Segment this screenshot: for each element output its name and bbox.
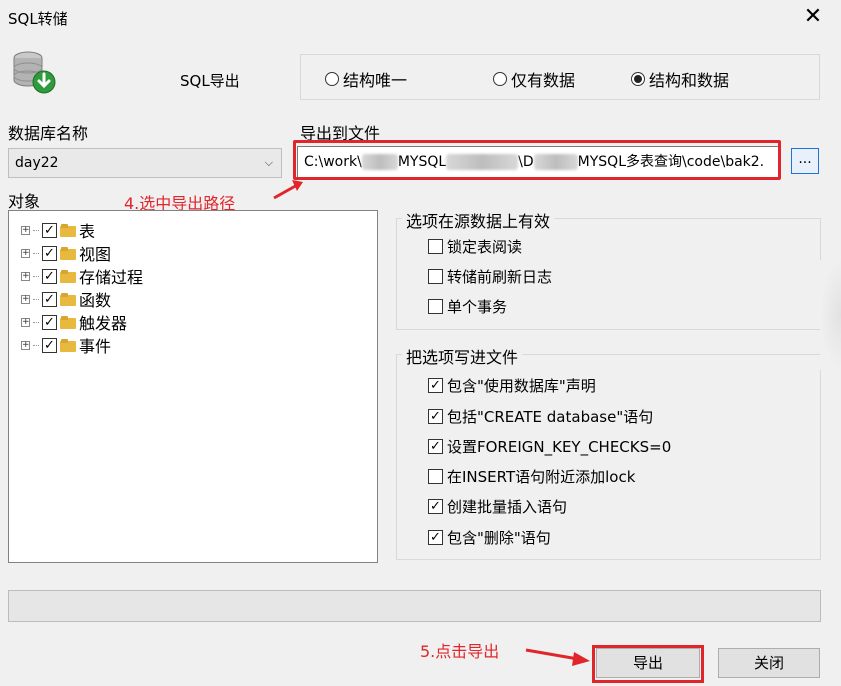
option-label: 单个事务 xyxy=(447,298,508,316)
tree-connector xyxy=(33,252,39,254)
option-foreign-key-checks[interactable]: ✓ 设置FOREIGN_KEY_CHECKS=0 xyxy=(428,436,671,457)
radio-structure-only[interactable]: 结构唯一 xyxy=(325,67,407,91)
window-title: SQL转储 xyxy=(8,10,68,28)
chevron-down-icon: ⌵ xyxy=(264,156,273,169)
database-name-label: 数据库名称 xyxy=(8,124,89,143)
tree-item-functions[interactable]: + ✓ 函数 xyxy=(21,288,111,310)
checkbox-checked-icon[interactable]: ✓ xyxy=(42,222,57,238)
expand-plus-icon[interactable]: + xyxy=(21,294,30,304)
checkbox-checked-icon[interactable]: ✓ xyxy=(42,245,57,261)
annotation-highlight-path xyxy=(293,140,781,180)
radio-structure-and-data[interactable]: 结构和数据 xyxy=(631,67,729,91)
checkbox-unchecked-icon[interactable] xyxy=(428,239,443,254)
export-progress-bar xyxy=(8,590,821,622)
expand-plus-icon[interactable]: + xyxy=(21,271,30,281)
checkbox-checked-icon[interactable]: ✓ xyxy=(42,314,57,330)
folder-icon xyxy=(60,269,76,283)
option-label: 创建批量插入语句 xyxy=(447,498,568,516)
tree-item-label: 函数 xyxy=(79,291,112,310)
annotation-arrow-icon xyxy=(525,648,590,666)
object-tree[interactable]: + ✓ 表 + ✓ 视图 + ✓ 存储过程 + ✓ 函数 + ✓ 触发器 + ✓… xyxy=(8,210,378,563)
expand-plus-icon[interactable]: + xyxy=(21,317,30,327)
tree-item-label: 触发器 xyxy=(79,314,128,333)
checkbox-unchecked-icon[interactable] xyxy=(428,269,443,284)
option-flush-logs[interactable]: 转储前刷新日志 xyxy=(428,266,552,287)
expand-plus-icon[interactable]: + xyxy=(21,340,30,350)
radio-label: 结构和数据 xyxy=(649,71,730,90)
close-button[interactable]: 关闭 xyxy=(718,648,820,678)
checkbox-unchecked-icon[interactable] xyxy=(428,299,443,314)
option-label: 设置FOREIGN_KEY_CHECKS=0 xyxy=(447,438,672,456)
edge-shadow xyxy=(820,260,841,370)
option-single-transaction[interactable]: 单个事务 xyxy=(428,296,507,317)
option-label: 转储前刷新日志 xyxy=(447,268,553,286)
checkbox-checked-icon[interactable]: ✓ xyxy=(42,268,57,284)
tree-item-events[interactable]: + ✓ 事件 xyxy=(21,334,111,356)
tree-item-views[interactable]: + ✓ 视图 xyxy=(21,242,111,264)
tree-connector xyxy=(33,298,39,300)
option-lock-tables[interactable]: 锁定表阅读 xyxy=(428,236,522,257)
tree-connector xyxy=(33,229,39,231)
browse-button[interactable]: ... xyxy=(791,148,819,174)
option-label: 包括"CREATE database"语句 xyxy=(447,408,654,426)
tree-connector xyxy=(33,275,39,277)
option-use-database[interactable]: ✓ 包含"使用数据库"声明 xyxy=(428,375,596,396)
checkbox-checked-icon[interactable]: ✓ xyxy=(428,499,443,514)
checkbox-checked-icon[interactable]: ✓ xyxy=(428,439,443,454)
annotation-step5: 5.点击导出 xyxy=(420,642,500,661)
checkbox-checked-icon[interactable]: ✓ xyxy=(42,337,57,353)
checkbox-unchecked-icon[interactable] xyxy=(428,469,443,484)
folder-icon xyxy=(60,338,76,352)
database-export-icon xyxy=(13,51,56,94)
objects-label: 对象 xyxy=(8,192,41,211)
option-label: 包含"删除"语句 xyxy=(447,529,551,547)
folder-icon xyxy=(60,292,76,306)
close-window-button[interactable]: ✕ xyxy=(798,2,828,32)
tree-item-label: 表 xyxy=(79,222,96,241)
file-options-title: 把选项写进文件 xyxy=(402,344,523,368)
folder-icon xyxy=(60,223,76,237)
expand-plus-icon[interactable]: + xyxy=(21,225,30,235)
tree-connector xyxy=(33,344,39,346)
sql-export-label: SQL导出 xyxy=(180,72,240,90)
folder-icon xyxy=(60,315,76,329)
option-label: 包含"使用数据库"声明 xyxy=(447,377,596,395)
option-create-database[interactable]: ✓ 包括"CREATE database"语句 xyxy=(428,406,653,427)
checkbox-checked-icon[interactable]: ✓ xyxy=(42,291,57,307)
tree-item-label: 事件 xyxy=(79,337,112,356)
checkbox-checked-icon[interactable]: ✓ xyxy=(428,530,443,545)
radio-selected-icon xyxy=(631,72,645,86)
option-bulk-insert[interactable]: ✓ 创建批量插入语句 xyxy=(428,496,567,517)
radio-circle-icon xyxy=(325,72,339,86)
option-insert-lock[interactable]: 在INSERT语句附近添加lock xyxy=(428,466,635,487)
option-label: 锁定表阅读 xyxy=(447,238,523,256)
database-select[interactable]: day22 ⌵ xyxy=(8,148,282,178)
database-select-value: day22 xyxy=(15,155,59,171)
tree-item-procedures[interactable]: + ✓ 存储过程 xyxy=(21,265,143,287)
expand-plus-icon[interactable]: + xyxy=(21,248,30,258)
radio-data-only[interactable]: 仅有数据 xyxy=(493,67,575,91)
option-label: 在INSERT语句附近添加lock xyxy=(447,468,636,486)
source-options-title: 选项在源数据上有效 xyxy=(402,208,555,232)
radio-label: 结构唯一 xyxy=(343,71,408,90)
checkbox-checked-icon[interactable]: ✓ xyxy=(428,409,443,424)
tree-item-label: 视图 xyxy=(79,245,112,264)
annotation-highlight-export xyxy=(592,645,704,683)
tree-connector xyxy=(33,321,39,323)
checkbox-checked-icon[interactable]: ✓ xyxy=(428,378,443,393)
tree-item-tables[interactable]: + ✓ 表 xyxy=(21,219,95,241)
radio-circle-icon xyxy=(493,72,507,86)
option-drop-statements[interactable]: ✓ 包含"删除"语句 xyxy=(428,527,551,548)
radio-label: 仅有数据 xyxy=(511,71,576,90)
annotation-arrow-icon xyxy=(273,180,303,200)
tree-item-label: 存储过程 xyxy=(79,268,144,287)
tree-item-triggers[interactable]: + ✓ 触发器 xyxy=(21,311,127,333)
export-mode-group: 结构唯一 仅有数据 结构和数据 xyxy=(300,54,820,100)
folder-icon xyxy=(60,246,76,260)
